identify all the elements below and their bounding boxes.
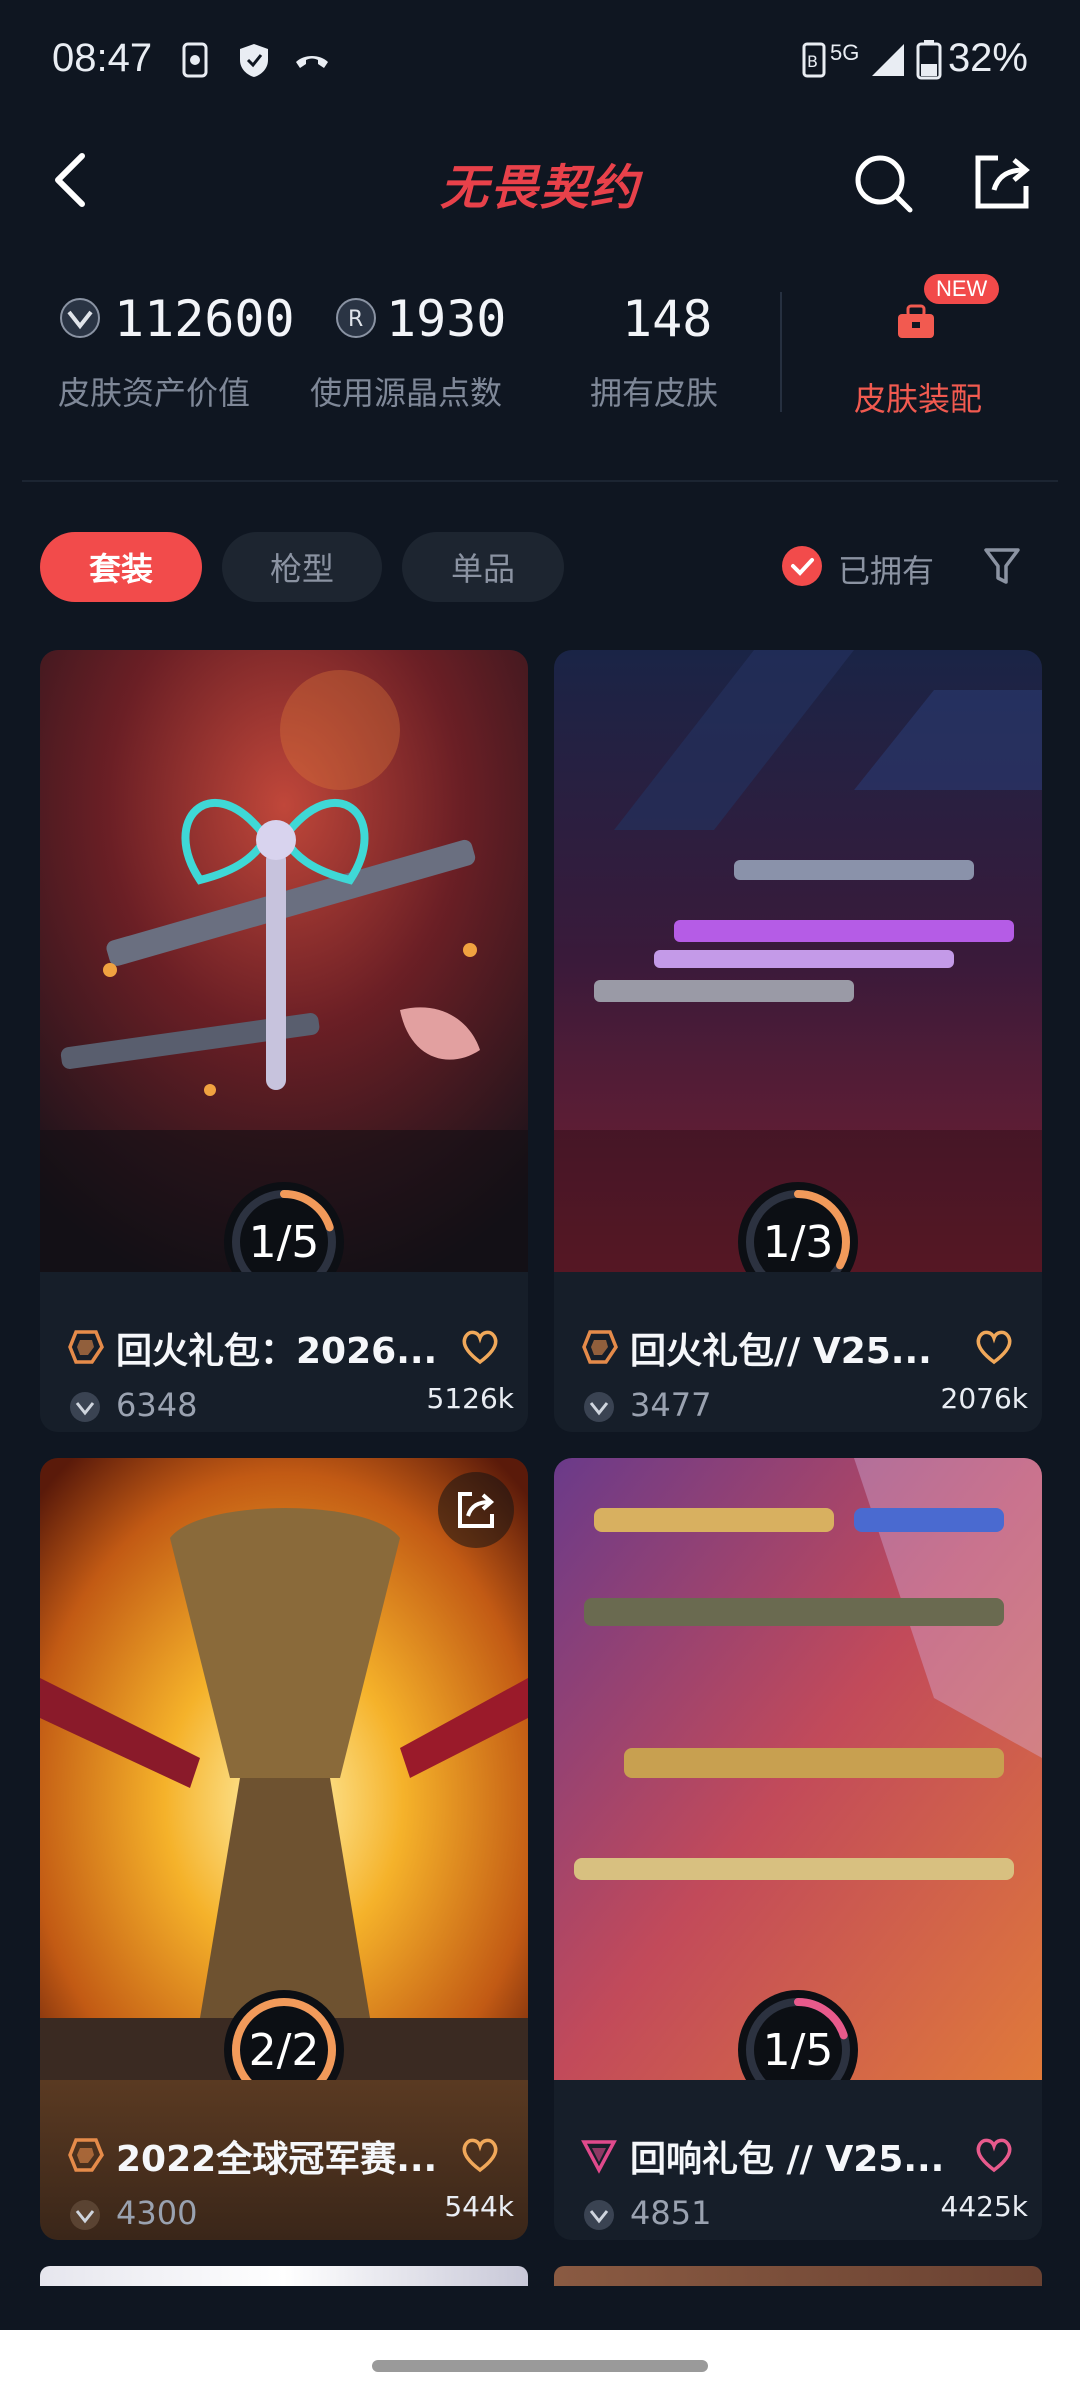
wardrobe-label: 皮肤装配: [854, 380, 983, 418]
owned-filter-label[interactable]: 已拥有: [838, 546, 934, 592]
call-end-icon: [296, 56, 328, 68]
bundle-card-partial[interactable]: [554, 2266, 1042, 2286]
owned-skins-count: 148: [622, 290, 713, 348]
favorite-heart-icon[interactable]: [458, 1326, 502, 1366]
vp-coin-icon: [70, 1392, 100, 1422]
svg-text:R: R: [348, 307, 363, 332]
battery-icon: [916, 40, 942, 80]
bundle-card[interactable]: 2/2 2022全球冠军赛... 4300 544k: [40, 1458, 528, 2240]
bundle-title: 回响礼包 // V25...: [630, 2139, 945, 2180]
vp-coin-icon: [70, 2200, 100, 2230]
screen-record-icon: [182, 42, 208, 78]
home-gesture-handle[interactable]: [372, 2360, 708, 2372]
bundle-likes: 2076k: [940, 1382, 1028, 1415]
radianite-points-label: 使用源晶点数: [310, 374, 503, 412]
owned-skins-label: 拥有皮肤: [590, 374, 719, 412]
new-badge: NEW: [924, 274, 1000, 304]
bundle-likes: 544k: [444, 2190, 514, 2223]
vp-coin-icon: [584, 2200, 614, 2230]
signal-icon: [872, 44, 904, 76]
premium-tier-icon: [68, 1330, 104, 1364]
radianite-points: 1930: [386, 290, 507, 348]
favorite-heart-icon[interactable]: [972, 2134, 1016, 2174]
shield-icon: [240, 44, 268, 77]
bundle-card[interactable]: 1/5 回火礼包：2026... 6348 5126k: [40, 650, 528, 1432]
bundle-title: 2022全球冠军赛...: [116, 2139, 438, 2180]
tab-bundles[interactable]: 套装: [40, 532, 202, 602]
share-button[interactable]: [970, 148, 1036, 214]
bundle-price: 3477: [630, 1386, 712, 1424]
bundle-card[interactable]: 1/5 回响礼包 // V25... 4851 4425k: [554, 1458, 1042, 2240]
tab-single-items[interactable]: 单品: [402, 532, 564, 602]
bundle-likes: 4425k: [940, 2190, 1028, 2223]
check-icon: [791, 558, 814, 576]
battery-level: 32%: [947, 36, 1028, 80]
status-bar: 08:47 B 5G 32%: [0, 0, 1080, 120]
share-icon: [458, 1492, 495, 1528]
vp-coin-icon: [60, 298, 100, 338]
asset-value: 112600: [114, 290, 295, 348]
favorite-heart-icon[interactable]: [972, 1326, 1016, 1366]
bundle-price: 4300: [116, 2194, 198, 2232]
wardrobe-icon: [898, 304, 934, 338]
section-divider: [22, 480, 1058, 482]
page-title: 无畏契约: [439, 160, 640, 216]
bundle-title: 回火礼包：2026...: [116, 1331, 438, 1372]
filter-button[interactable]: [982, 544, 1022, 588]
bundle-price: 6348: [116, 1386, 198, 1424]
bundle-likes: 5126k: [426, 1382, 514, 1415]
radianite-icon: R: [336, 298, 376, 338]
asset-value-label: 皮肤资产价值: [58, 374, 251, 412]
bundle-card-partial[interactable]: [40, 2266, 528, 2286]
vp-coin-icon: [584, 1392, 614, 1422]
owned-checkbox[interactable]: [782, 546, 822, 586]
premium-tier-icon: [68, 2138, 104, 2172]
bundle-card[interactable]: 1/3 回火礼包// V25... 3477 2076k: [554, 650, 1042, 1432]
premium-tier-icon: [582, 1330, 618, 1364]
bundle-price: 4851: [630, 2194, 712, 2232]
status-time: 08:47: [52, 36, 153, 80]
network-type: 5G: [830, 40, 860, 65]
stats-divider: [780, 292, 782, 412]
card-share-button[interactable]: [438, 1472, 514, 1548]
back-button[interactable]: [40, 140, 100, 220]
favorite-heart-icon[interactable]: [458, 2134, 502, 2174]
tab-weapon-type[interactable]: 枪型: [222, 532, 382, 602]
exclusive-tier-icon: [581, 2140, 617, 2174]
search-button[interactable]: [848, 148, 918, 218]
bundle-title: 回火礼包// V25...: [630, 1331, 932, 1372]
svg-text:B: B: [807, 52, 818, 71]
